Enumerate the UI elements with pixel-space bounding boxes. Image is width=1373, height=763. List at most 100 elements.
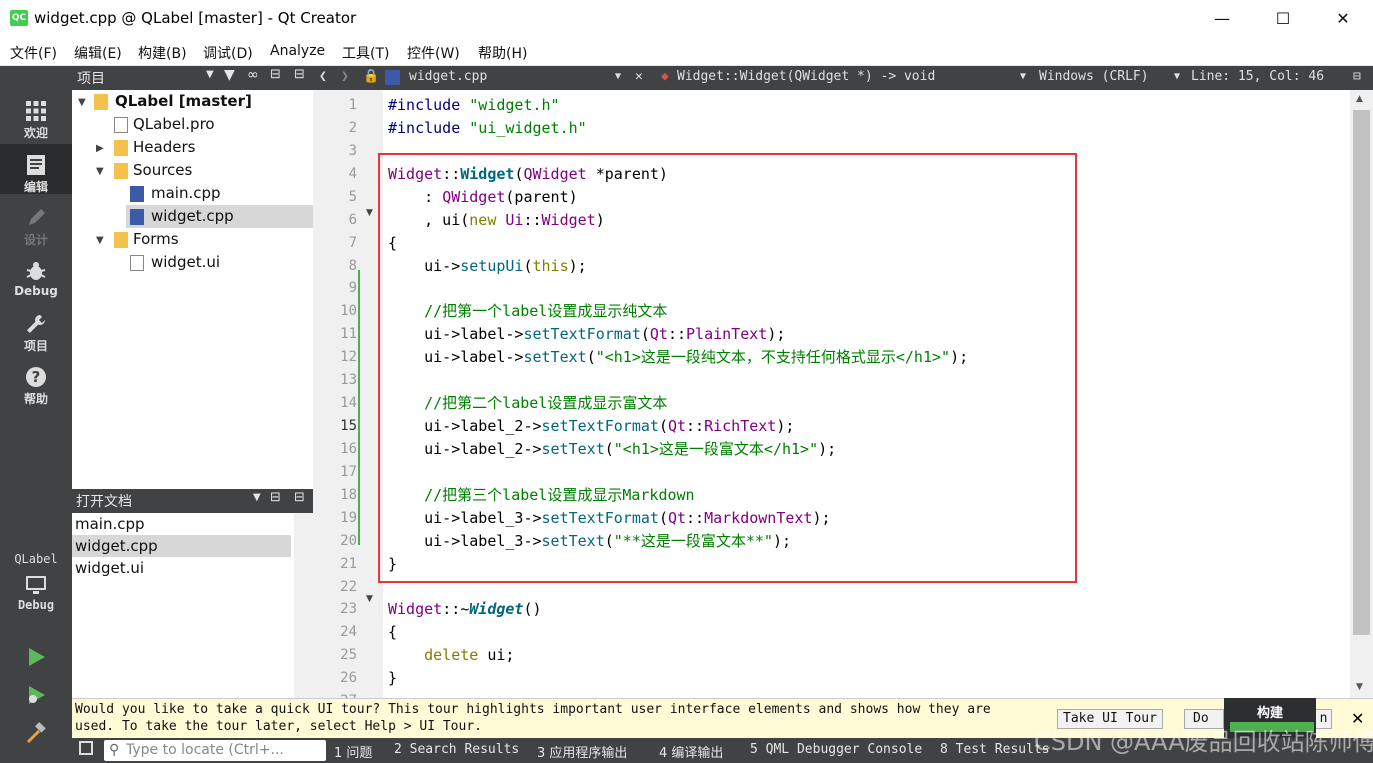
pane-application-output[interactable]: 3 应用程序输出 — [537, 742, 627, 761]
back-icon[interactable]: ❮ — [319, 69, 327, 84]
pane-issues[interactable]: 1 问题 — [334, 742, 372, 761]
fold-arrow-icon[interactable]: ▼ — [366, 208, 373, 218]
code-line[interactable]: ui->label_3->setTextFormat(Qt::MarkdownT… — [388, 507, 830, 529]
code-line[interactable]: ui->label_2->setText("<h1>这是一段富文本</h1>")… — [388, 438, 836, 460]
pane-compile-output[interactable]: 4 编译输出 — [659, 742, 723, 761]
menu-tools[interactable]: 工具(T) — [342, 43, 389, 63]
code-line[interactable]: #include "widget.h" — [388, 94, 560, 116]
tree-item-project[interactable]: ▼ QLabel [master] — [72, 90, 313, 113]
mode-label: 设计 — [23, 233, 48, 247]
chevron-right-icon[interactable]: ▶ — [96, 137, 104, 160]
fold-arrow-icon[interactable]: ▼ — [366, 594, 373, 604]
close-pane-icon[interactable]: ⊟ — [294, 490, 305, 505]
chevron-down-icon[interactable]: ▼ — [1174, 71, 1180, 82]
maximize-icon[interactable]: ☐ — [1260, 0, 1306, 38]
mode-design[interactable]: 设计 — [0, 207, 72, 248]
filter-icon[interactable]: ▼ — [224, 67, 235, 83]
code-editor[interactable]: #include "widget.h" #include "ui_widget.h… — [383, 90, 1350, 698]
line-number: 23 — [340, 601, 357, 618]
debug-run-button[interactable] — [0, 684, 72, 708]
forward-icon[interactable]: ❯ — [341, 69, 349, 84]
change-marker — [358, 270, 360, 545]
close-file-icon[interactable]: ✕ — [635, 69, 643, 84]
line-number: 3 — [348, 142, 357, 159]
sidebar-toggle-icon[interactable] — [79, 741, 93, 755]
chevron-down-icon[interactable]: ▼ — [96, 160, 104, 183]
menu-file[interactable]: 文件(F) — [10, 43, 57, 63]
chevron-down-icon[interactable]: ▼ — [96, 229, 104, 252]
build-button[interactable] — [0, 722, 72, 746]
tree-item-forms[interactable]: ▼ Forms — [72, 228, 313, 251]
mode-help[interactable]: ? 帮助 — [0, 366, 72, 407]
scroll-down-icon[interactable]: ▼ — [1356, 682, 1363, 692]
tree-item-main-cpp[interactable]: main.cpp — [72, 182, 313, 205]
open-doc-item[interactable]: widget.ui — [72, 557, 291, 579]
open-doc-item[interactable]: main.cpp — [72, 513, 291, 535]
code-line[interactable]: //把第一个label设置成显示纯文本 — [388, 300, 667, 322]
tree-item-pro-file[interactable]: QLabel.pro — [72, 113, 313, 136]
code-line[interactable]: { — [388, 232, 397, 254]
code-line[interactable]: ui->label_3->setText("**这是一段富文本**"); — [388, 530, 791, 552]
help-icon: ? — [26, 367, 46, 387]
pane-search-results[interactable]: 2 Search Results — [394, 742, 519, 757]
mode-debug[interactable]: Debug — [0, 260, 72, 298]
run-button[interactable] — [0, 646, 72, 670]
tree-item-widget-ui[interactable]: widget.ui — [72, 251, 313, 274]
chevron-down-icon[interactable]: ▼ — [253, 492, 261, 503]
mode-edit[interactable]: 编辑 — [0, 144, 72, 194]
code-line[interactable]: , ui(new Ui::Widget) — [388, 209, 605, 231]
split-icon[interactable]: ⊟ — [1353, 69, 1361, 84]
mode-projects[interactable]: 项目 — [0, 313, 72, 354]
open-documents-list: main.cpp widget.cpp widget.ui — [72, 513, 313, 698]
chevron-down-icon[interactable]: ▼ — [78, 91, 86, 114]
cursor-position[interactable]: Line: 15, Col: 46 — [1191, 69, 1324, 84]
chevron-down-icon[interactable]: ▼ — [1020, 71, 1026, 82]
split-icon[interactable]: ⊟ — [270, 490, 281, 505]
current-file[interactable]: widget.cpp — [409, 69, 487, 84]
menu-controls[interactable]: 控件(W) — [407, 43, 460, 63]
menu-analyze[interactable]: Analyze — [270, 43, 325, 59]
scroll-up-icon[interactable]: ▲ — [1356, 94, 1363, 104]
code-line[interactable]: ui->label_2->setTextFormat(Qt::RichText)… — [388, 415, 794, 437]
kit-selector[interactable]: Debug — [0, 574, 72, 612]
locator-input[interactable]: ⚲ Type to locate (Ctrl+... — [104, 740, 326, 761]
code-line[interactable]: //把第三个label设置成显示Markdown — [388, 484, 694, 506]
split-icon[interactable]: ⊟ — [270, 67, 281, 82]
mode-welcome[interactable]: 欢迎 — [0, 100, 72, 141]
code-line[interactable]: { — [388, 621, 397, 643]
code-line[interactable]: Widget::~Widget() — [388, 598, 542, 620]
minimize-icon[interactable]: — — [1199, 0, 1245, 38]
code-line[interactable]: ui->setupUi(this); — [388, 255, 587, 277]
code-line[interactable]: } — [388, 553, 397, 575]
code-line[interactable]: } — [388, 667, 397, 689]
open-docs-scrollbar[interactable] — [294, 513, 313, 698]
pane-qml-debugger-console[interactable]: 5 QML Debugger Console — [750, 742, 922, 757]
code-line[interactable]: : QWidget(parent) — [388, 186, 578, 208]
open-doc-item[interactable]: widget.cpp — [72, 535, 291, 557]
link-icon[interactable]: ∞ — [247, 67, 259, 83]
chevron-down-icon[interactable]: ▼ — [615, 71, 621, 82]
code-line[interactable]: //把第二个label设置成显示富文本 — [388, 392, 667, 414]
scroll-thumb[interactable] — [1353, 110, 1370, 635]
menu-build[interactable]: 构建(B) — [138, 43, 187, 63]
close-icon[interactable]: ✕ — [1320, 0, 1366, 38]
code-line[interactable]: #include "ui_widget.h" — [388, 117, 587, 139]
current-symbol[interactable]: Widget::Widget(QWidget *) -> void — [677, 69, 935, 84]
code-line[interactable]: ui->label->setText("<h1>这是一段纯文本，不支持任何格式显… — [388, 346, 968, 368]
kit-name: QLabel — [14, 552, 58, 566]
tree-item-headers[interactable]: ▶ Headers — [72, 136, 313, 159]
line-ending[interactable]: Windows (CRLF) — [1039, 69, 1149, 84]
tree-item-widget-cpp[interactable]: widget.cpp — [126, 205, 313, 228]
code-line[interactable]: Widget::Widget(QWidget *parent) — [388, 163, 668, 185]
project-panel-header: 项目 ▼ ▼ ∞ ⊟ ⊟ — [72, 66, 313, 90]
menu-edit[interactable]: 编辑(E) — [74, 43, 122, 63]
close-pane-icon[interactable]: ⊟ — [294, 67, 305, 82]
line-number: 13 — [340, 372, 357, 389]
hammer-icon — [26, 722, 46, 744]
code-line[interactable]: delete ui; — [388, 644, 514, 666]
tree-item-sources[interactable]: ▼ Sources — [72, 159, 313, 182]
chevron-down-icon[interactable]: ▼ — [206, 69, 214, 80]
code-line[interactable]: ui->label->setTextFormat(Qt::PlainText); — [388, 323, 785, 345]
menu-debug[interactable]: 调试(D) — [203, 43, 253, 63]
menu-help[interactable]: 帮助(H) — [478, 43, 527, 63]
